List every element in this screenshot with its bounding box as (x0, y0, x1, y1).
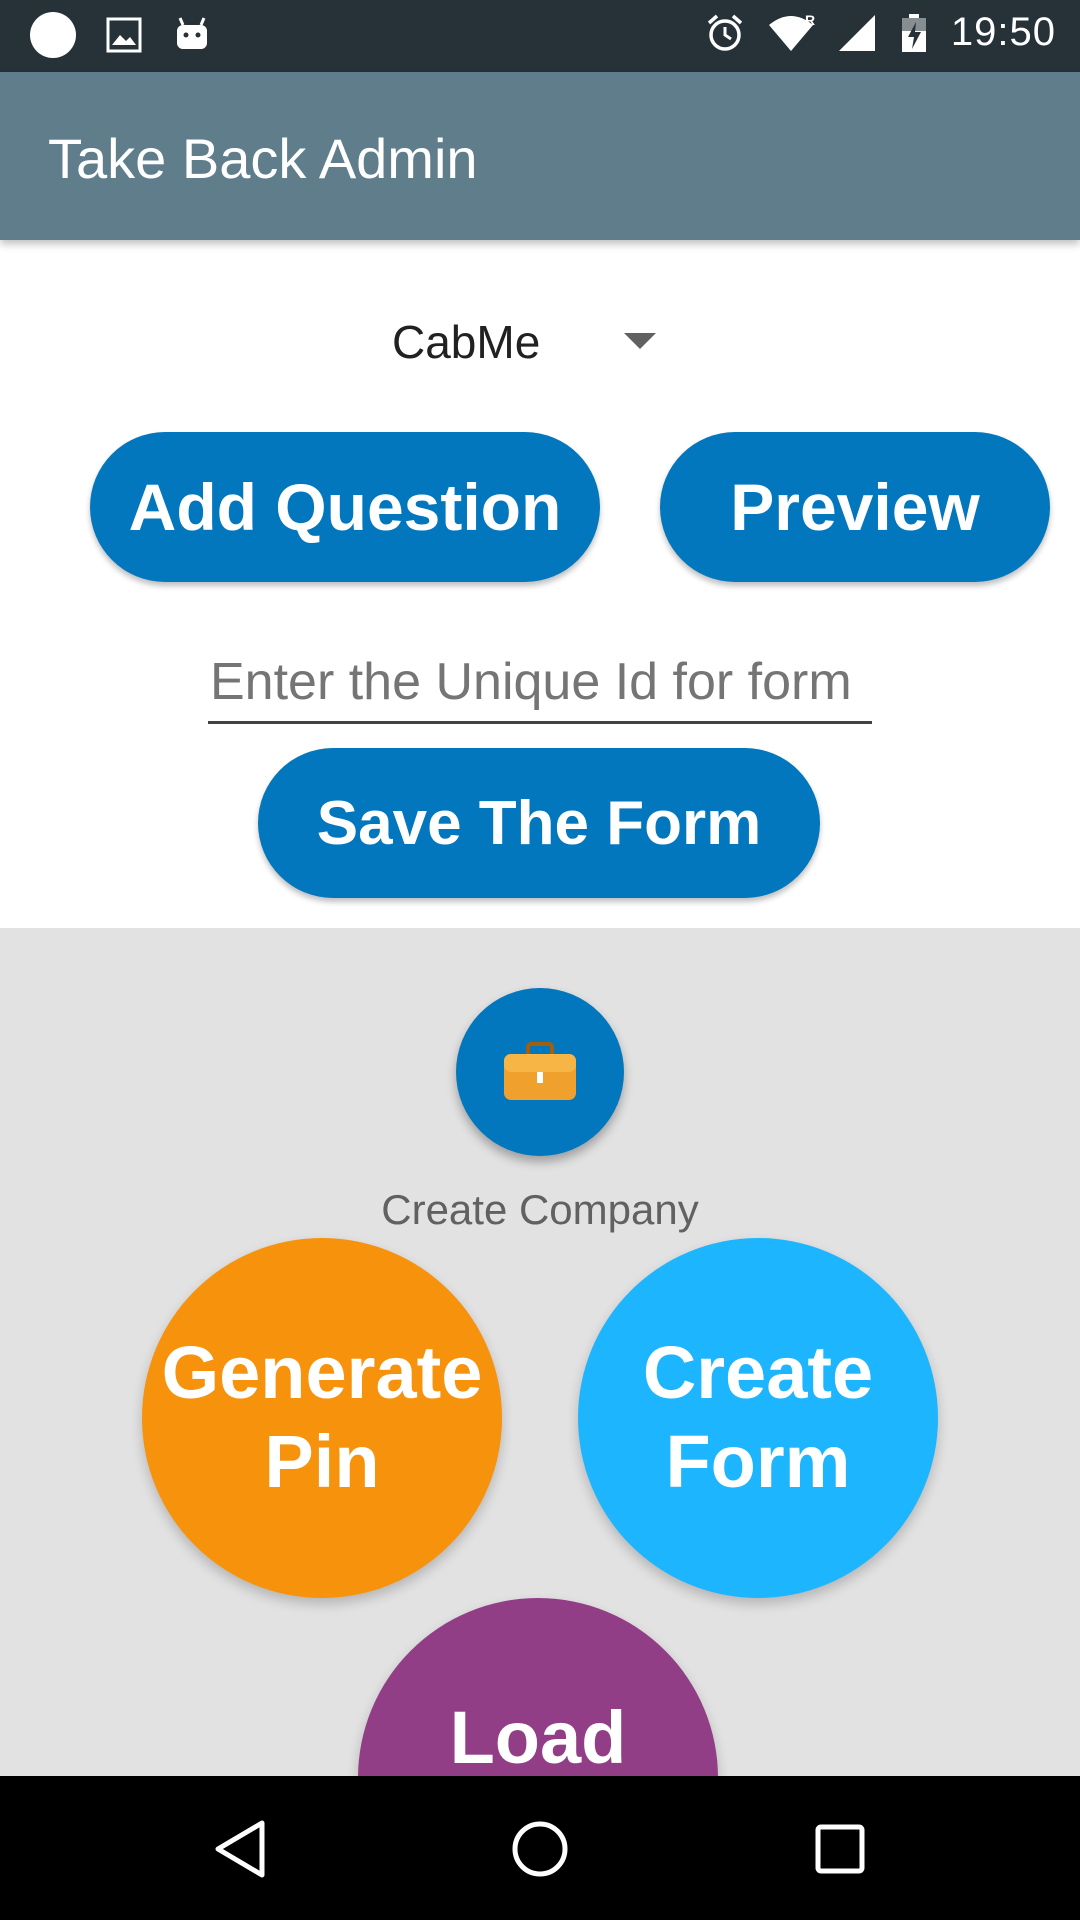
app-bar: Take Back Admin (0, 72, 1080, 240)
status-bar: R 19:50 (0, 0, 1080, 72)
load-button[interactable]: Load (358, 1598, 718, 1776)
status-bar-left (30, 12, 212, 58)
roaming-label: R (805, 13, 815, 28)
alarm-icon (707, 14, 743, 51)
menu-panel: Create Company Generate Pin Create Form … (0, 928, 1080, 1776)
save-form-button[interactable]: Save The Form (258, 748, 820, 898)
company-dropdown-value: CabMe (392, 316, 541, 368)
unique-id-field-container (208, 646, 872, 724)
app-title: Take Back Admin (48, 127, 478, 190)
preview-button[interactable]: Preview (660, 432, 1050, 582)
generate-pin-label: Generate Pin (162, 1329, 483, 1507)
briefcase-icon (504, 1042, 576, 1100)
create-form-label: Create Form (643, 1329, 873, 1507)
create-form-label-line1: Create (642, 1331, 874, 1415)
circle-notification-icon (30, 12, 76, 58)
unique-id-input[interactable] (208, 646, 872, 718)
recents-icon (815, 1824, 865, 1874)
dropdown-arrow-icon (624, 333, 656, 349)
wifi-icon: R (768, 13, 815, 51)
add-question-button[interactable]: Add Question (90, 432, 600, 582)
generate-pin-label-line2: Pin (264, 1420, 380, 1503)
create-form-button[interactable]: Create Form (578, 1238, 938, 1598)
company-dropdown[interactable]: CabMe (380, 305, 670, 375)
create-company-label: Create Company (381, 1186, 699, 1233)
generate-pin-label-line1: Generate (161, 1331, 483, 1415)
android-icon (177, 17, 207, 49)
navigation-bar (0, 1776, 1080, 1920)
recents-button[interactable] (805, 1814, 875, 1884)
image-icon (106, 17, 142, 53)
home-icon (512, 1821, 568, 1877)
battery-charging-icon (901, 13, 926, 52)
load-label: Load (449, 1696, 627, 1776)
create-company-fab[interactable] (456, 988, 624, 1156)
back-button[interactable] (205, 1814, 275, 1884)
back-icon (215, 1820, 265, 1878)
generate-pin-button[interactable]: Generate Pin (142, 1238, 502, 1598)
home-button[interactable] (505, 1814, 575, 1884)
status-bar-right: R 19:50 (705, 10, 1056, 55)
create-form-label-line2: Form (665, 1420, 851, 1503)
clock-time: 19:50 (950, 10, 1056, 54)
signal-icon (838, 14, 875, 51)
